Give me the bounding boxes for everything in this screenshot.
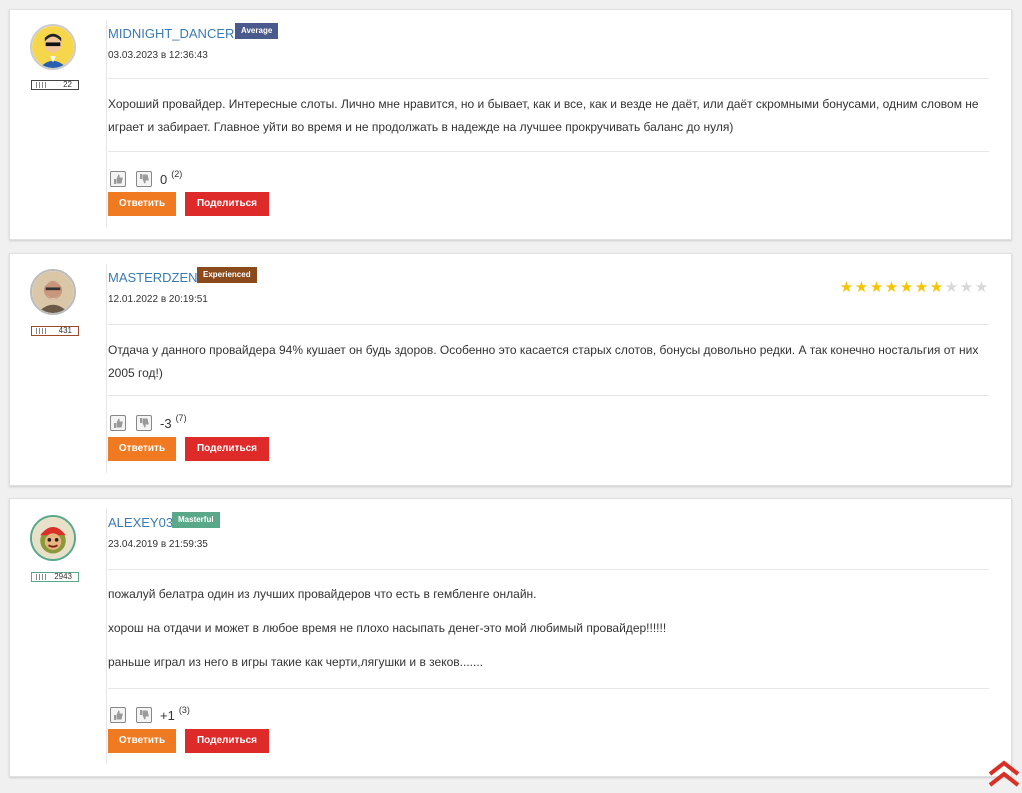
comment-count-badge: 431 (31, 326, 79, 336)
divider (106, 20, 107, 227)
divider (108, 324, 989, 325)
star-icon: ★ (899, 279, 914, 296)
divider (108, 688, 989, 689)
bars-icon (36, 82, 48, 88)
comment-date: 23.04.2019 в 21:59:35 (108, 539, 208, 550)
username-link[interactable]: MIDNIGHT_DANCER (108, 26, 234, 41)
divider (106, 264, 107, 473)
star-icon: ★ (854, 279, 869, 296)
bars-icon (36, 328, 48, 334)
comment-text: пожалуй белатра один из лучших провайдер… (108, 583, 989, 674)
divider (106, 509, 107, 764)
vote-score: 0 (160, 171, 168, 187)
comment-count-badge: 22 (31, 80, 79, 90)
share-button[interactable]: Поделиться (185, 437, 269, 461)
star-icon: ★ (839, 279, 854, 296)
rank-badge: Experienced (197, 267, 257, 283)
dislike-button[interactable] (136, 171, 152, 187)
thumbs-up-icon (114, 174, 123, 184)
dislike-button[interactable] (136, 415, 152, 431)
share-button[interactable]: Поделиться (185, 192, 269, 216)
dislike-button[interactable] (136, 707, 152, 723)
star-rating: ★ ★ ★ ★ ★ ★ ★ ★ ★ ★ (839, 280, 989, 295)
vote-row: -3 (7) (110, 413, 187, 432)
comment-count-badge: 2943 (31, 572, 79, 582)
divider (108, 78, 989, 79)
divider (108, 151, 989, 152)
star-icon: ★ (959, 279, 974, 296)
star-icon: ★ (944, 279, 959, 296)
username-link[interactable]: ALEXEY03 (108, 515, 173, 530)
like-button[interactable] (110, 415, 126, 431)
vote-score: -3 (160, 415, 172, 431)
thumbs-down-icon (140, 710, 149, 720)
reply-button[interactable]: Ответить (108, 729, 176, 753)
comment-text: Хороший провайдер. Интересные слоты. Лич… (108, 93, 989, 139)
author-column: 2943 (10, 499, 98, 776)
avatar-image (32, 271, 74, 313)
reply-button[interactable]: Ответить (108, 192, 176, 216)
comment-paragraph: пожалуй белатра один из лучших провайдер… (108, 587, 537, 601)
username-link[interactable]: MASTERDZEN (108, 270, 198, 285)
like-button[interactable] (110, 707, 126, 723)
divider (108, 395, 989, 396)
thumbs-up-icon (114, 710, 123, 720)
vote-row: +1 (3) (110, 705, 190, 724)
share-button[interactable]: Поделиться (185, 729, 269, 753)
double-chevron-up-icon (988, 760, 1020, 787)
thumbs-up-icon (114, 418, 123, 428)
comment-count: 22 (63, 80, 72, 89)
star-icon: ★ (929, 279, 944, 296)
comment-card: 431 MASTERDZEN Experienced ★ ★ ★ ★ ★ ★ ★ ★ ★ ★ 12… (9, 253, 1012, 486)
comment-date: 03.03.2023 в 12:36:43 (108, 50, 208, 61)
avatar[interactable] (30, 24, 76, 70)
comment-count: 431 (58, 326, 72, 335)
rank-badge: Masterful (172, 512, 220, 528)
vote-row: 0 (2) (110, 169, 183, 188)
avatar-image (32, 517, 74, 559)
comment-date: 12.01.2022 в 20:19:51 (108, 294, 208, 305)
like-button[interactable] (110, 171, 126, 187)
star-icon: ★ (974, 279, 989, 296)
vote-count: (7) (175, 413, 187, 423)
comment-paragraph: Отдача у данного провайдера 94% кушает о… (108, 343, 979, 380)
rank-badge: Average (235, 23, 279, 39)
star-icon: ★ (869, 279, 884, 296)
vote-count: (3) (178, 705, 190, 715)
comment-text: Отдача у данного провайдера 94% кушает о… (108, 339, 989, 385)
reply-button[interactable]: Ответить (108, 437, 176, 461)
bars-icon (36, 574, 48, 580)
divider (108, 569, 989, 570)
star-icon: ★ (914, 279, 929, 296)
comment-card: 22 MIDNIGHT_DANCER Average 03.03.2023 в … (9, 9, 1012, 240)
comment-paragraph: раньше играл из него в игры такие как че… (108, 655, 483, 669)
comment-card: 2943 ALEXEY03 Masterful 23.04.2019 в 21:… (9, 498, 1012, 777)
star-icon: ★ (884, 279, 899, 296)
comment-paragraph: хорош на отдачи и может в любое время не… (108, 621, 667, 635)
author-column: 22 (10, 10, 98, 239)
vote-count: (2) (171, 169, 183, 179)
author-column: 431 (10, 254, 98, 485)
scroll-top-button[interactable] (986, 760, 1022, 788)
comment-paragraph: Хороший провайдер. Интересные слоты. Лич… (108, 97, 979, 134)
vote-score: +1 (160, 707, 175, 723)
thumbs-down-icon (140, 418, 149, 428)
avatar[interactable] (30, 269, 76, 315)
comment-count: 2943 (54, 572, 72, 581)
avatar[interactable] (30, 515, 76, 561)
thumbs-down-icon (140, 174, 149, 184)
avatar-image (32, 26, 74, 68)
